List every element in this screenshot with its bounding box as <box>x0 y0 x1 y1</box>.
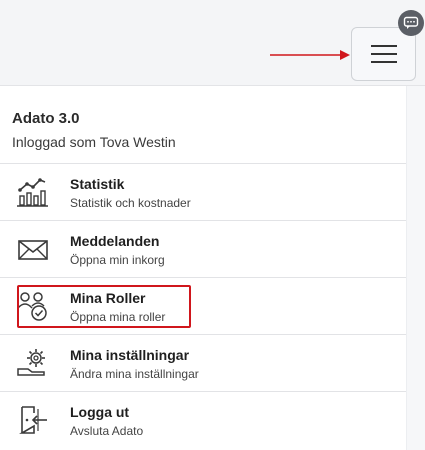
menu-item-statistik[interactable]: Statistik Statistik och kostnader <box>0 163 406 219</box>
menu-item-title: Statistik <box>70 176 125 192</box>
menu-panel: Adato 3.0 Inloggad som Tova Westin Stati… <box>0 86 406 450</box>
chat-button[interactable] <box>398 10 424 36</box>
annotation-highlight-box <box>17 285 191 328</box>
menu-item-meddelanden[interactable]: Meddelanden Öppna min inkorg <box>0 220 406 276</box>
envelope-icon <box>18 240 48 260</box>
app-title: Adato 3.0 <box>12 110 80 127</box>
menu-item-logga-ut[interactable]: Logga ut Avsluta Adato <box>0 391 406 447</box>
menu-item-subtitle: Öppna min inkorg <box>70 253 165 267</box>
menu-item-title: Mina inställningar <box>70 347 190 363</box>
logged-in-label: Inloggad som Tova Westin <box>12 134 176 150</box>
hamburger-icon <box>370 45 397 63</box>
menu-item-title: Meddelanden <box>70 233 160 249</box>
chart-icon <box>17 178 48 207</box>
top-bar <box>0 0 425 86</box>
chat-icon <box>403 16 419 29</box>
menu-item-subtitle: Ändra mina inställningar <box>70 367 199 381</box>
menu-item-subtitle: Statistik och kostnader <box>70 196 191 210</box>
background-page-edge <box>406 86 425 450</box>
logout-icon <box>19 406 47 434</box>
menu-item-mina-installningar[interactable]: Mina inställningar Ändra mina inställnin… <box>0 334 406 390</box>
menu-item-title: Logga ut <box>70 404 130 420</box>
settings-icon <box>17 349 45 376</box>
annotation-arrow <box>270 50 350 60</box>
menu-item-subtitle: Avsluta Adato <box>70 424 144 438</box>
